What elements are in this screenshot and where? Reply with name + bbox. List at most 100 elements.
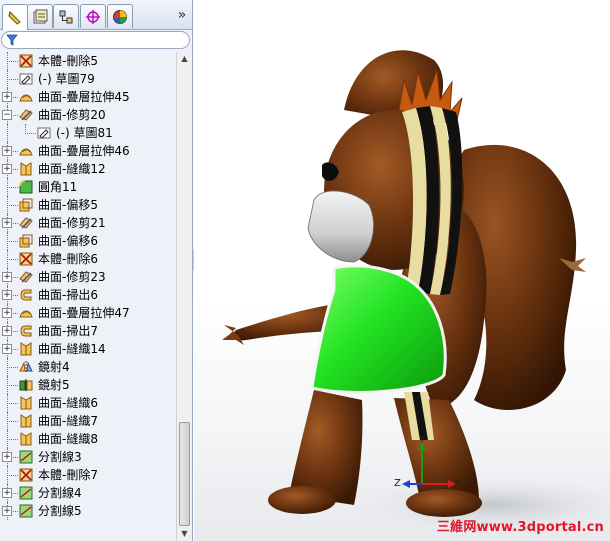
tree-item-label: 曲面-縫織7 [38,414,98,428]
expand-plus-icon[interactable]: + [2,326,12,336]
tree-item-label: 本體-刪除5 [38,54,98,68]
configuration-manager-icon [59,10,73,23]
more-tabs-chevron-icon[interactable]: » [175,6,189,24]
expand-plus-icon[interactable]: + [2,146,12,156]
feature-tree-scrollbar[interactable]: ▲ ▼ [176,52,192,541]
tree-item[interactable]: + 曲面-掃出7 [0,322,176,340]
tree-item[interactable]: + 曲面-疊層拉伸46 [0,142,176,160]
surface-loft-icon [18,305,34,321]
display-manager-tab[interactable] [107,4,133,28]
tree-item[interactable]: + 分割線3 [0,448,176,466]
scrollbar-thumb[interactable] [179,422,190,526]
expand-plus-icon[interactable]: + [2,272,12,282]
feature-tree: 本體-刪除5 (-) 草圖79 + 曲面-疊層拉伸45 − 曲面-修剪20 (-) 草圖81… [0,52,176,541]
feature-filter-input[interactable] [1,31,190,49]
tree-item-label: (-) 草圖81 [56,126,113,140]
configuration-manager-tab[interactable] [53,4,79,28]
surface-knit-icon [18,341,34,357]
axis-triad-icon [402,442,456,488]
tree-item[interactable]: 鏡射5 [0,376,176,394]
tree-item-label: (-) 草圖79 [38,72,95,86]
tree-item-label: 曲面-縫織14 [38,342,106,356]
collapse-minus-icon[interactable]: − [2,110,12,120]
expand-plus-icon[interactable]: + [2,290,12,300]
tree-line [25,133,36,135]
tree-item-label: 分割線4 [38,486,82,500]
tree-item-label: 曲面-縫織12 [38,162,106,176]
scroll-up-arrow-icon[interactable]: ▲ [178,52,191,66]
tree-item[interactable]: 圓角11 [0,178,176,196]
tree-item[interactable]: + 分割線5 [0,502,176,520]
graphics-viewport[interactable]: Y X Z 三維网www.3dportal.cn [194,0,610,541]
surface-trim-icon [18,215,34,231]
tree-line [7,259,18,261]
surface-knit-icon [18,413,34,429]
tree-item[interactable]: + 曲面-縫織14 [0,340,176,358]
scroll-down-arrow-icon[interactable]: ▼ [178,527,191,541]
tree-line [7,475,18,477]
expand-plus-icon[interactable]: + [2,452,12,462]
tree-line [7,205,18,207]
tree-line [7,79,18,81]
tree-line [7,439,18,441]
tree-item-label: 曲面-縫織8 [38,432,98,446]
manager-tabs: » [0,0,192,30]
tree-item[interactable]: 本體-刪除6 [0,250,176,268]
tree-item-label: 曲面-修剪20 [38,108,106,122]
tree-item[interactable]: 曲面-縫織6 [0,394,176,412]
tree-item-label: 曲面-疊層拉伸45 [38,90,130,104]
watermark: 三維网www.3dportal.cn [436,520,604,535]
tree-item-label: 曲面-掃出6 [38,288,98,302]
tree-item[interactable]: + 曲面-修剪23 [0,268,176,286]
tree-item-label: 曲面-縫織6 [38,396,98,410]
split-line-icon [18,449,34,465]
feature-manager-tab[interactable] [2,4,28,30]
dimxpert-manager-tab[interactable] [80,4,106,28]
tree-item-label: 曲面-掃出7 [38,324,98,338]
tree-item[interactable]: 本體-刪除5 [0,52,176,70]
surface-trim-icon [18,107,34,123]
expand-plus-icon[interactable]: + [2,92,12,102]
tree-item[interactable]: 曲面-偏移5 [0,196,176,214]
tree-item-label: 曲面-修剪21 [38,216,106,230]
split-line-icon [18,503,34,519]
tree-item[interactable]: + 分割線4 [0,484,176,502]
tree-item[interactable]: 曲面-縫織8 [0,430,176,448]
sketch-icon [18,71,34,87]
mirror-icon [18,359,34,375]
surface-loft-icon [18,143,34,159]
expand-plus-icon[interactable]: + [2,164,12,174]
property-manager-icon [33,9,48,23]
tree-item[interactable]: 本體-刪除7 [0,466,176,484]
tree-item[interactable]: + 曲面-疊層拉伸45 [0,88,176,106]
property-manager-tab[interactable] [27,4,53,28]
expand-plus-icon[interactable]: + [2,218,12,228]
tree-item[interactable]: + 曲面-修剪21 [0,214,176,232]
tree-item[interactable]: 曲面-偏移6 [0,232,176,250]
sketch-icon [36,125,52,141]
feature-manager-panel: » 本體-刪除5 (-) 草圖79 + 曲面-疊層拉伸45 − 曲面-修剪20 (-) 草圖… [0,0,193,541]
expand-plus-icon[interactable]: + [2,488,12,498]
tree-item[interactable]: + 曲面-疊層拉伸47 [0,304,176,322]
tree-item[interactable]: 鏡射4 [0,358,176,376]
expand-plus-icon[interactable]: + [2,308,12,318]
surface-sweep-icon [18,287,34,303]
expand-plus-icon[interactable]: + [2,506,12,516]
tree-item[interactable]: (-) 草圖81 [0,124,176,142]
surface-sweep-icon [18,323,34,339]
mirror-body-icon [18,377,34,393]
expand-plus-icon[interactable]: + [2,344,12,354]
tree-item[interactable]: 曲面-縫織7 [0,412,176,430]
delete-body-icon [18,467,34,483]
axis-x-label: X [454,478,461,489]
tree-line [7,385,18,387]
tree-item-label: 本體-刪除6 [38,252,98,266]
tree-item[interactable]: − 曲面-修剪20 [0,106,176,124]
tree-item-label: 鏡射5 [38,378,70,392]
tree-item[interactable]: + 曲面-縫織12 [0,160,176,178]
muzzle [307,190,374,263]
tree-item[interactable]: + 曲面-掃出6 [0,286,176,304]
tree-item-label: 曲面-疊層拉伸47 [38,306,130,320]
tree-line [7,187,18,189]
tree-item[interactable]: (-) 草圖79 [0,70,176,88]
